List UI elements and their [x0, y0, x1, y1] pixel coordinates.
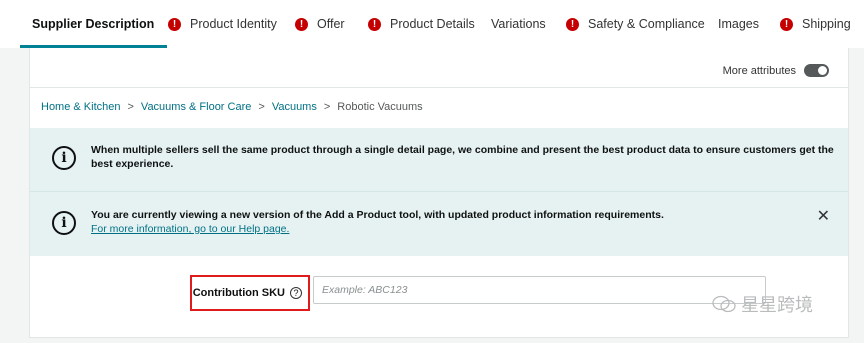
more-attributes-toggle[interactable]: [804, 64, 829, 77]
chat-bubble-icon: [712, 295, 736, 313]
contribution-sku-label-text: Contribution SKU: [192, 287, 285, 299]
tab-variations[interactable]: Variations: [491, 0, 546, 48]
tab-label: Supplier Description: [32, 17, 155, 31]
contribution-sku-input[interactable]: [313, 276, 766, 304]
new-version-alert: i You are currently viewing a new versio…: [30, 191, 848, 256]
error-icon: !: [168, 17, 181, 31]
close-icon[interactable]: ✕: [817, 206, 830, 226]
alert-message: You are currently viewing a new version …: [91, 209, 664, 221]
watermark: 星星跨境: [712, 291, 813, 317]
tab-product-identity[interactable]: ! Product Identity: [168, 0, 277, 48]
more-attributes-control: More attributes: [723, 64, 829, 77]
breadcrumb: Home & Kitchen > Vacuums & Floor Care > …: [41, 101, 423, 113]
info-icon: i: [52, 146, 76, 170]
chevron-right-icon: >: [127, 101, 134, 113]
error-icon: !: [780, 17, 793, 31]
more-attributes-label: More attributes: [722, 64, 796, 77]
help-icon[interactable]: ?: [290, 287, 302, 299]
contribution-sku-label: Contribution SKU ?: [190, 275, 310, 311]
tab-label: Safety & Compliance: [588, 17, 705, 31]
toggle-knob: [818, 66, 827, 75]
chevron-right-icon: >: [258, 101, 265, 113]
error-icon: !: [295, 17, 308, 31]
info-icon: i: [52, 211, 76, 235]
breadcrumb-item-robotic-vacuums: Robotic Vacuums: [337, 101, 423, 113]
help-page-link[interactable]: For more information, go to our Help pag…: [91, 223, 289, 235]
chevron-right-icon: >: [323, 101, 331, 113]
divider: [29, 87, 849, 88]
tab-safety-compliance[interactable]: ! Safety & Compliance: [566, 0, 705, 48]
watermark-text: 星星跨境: [741, 295, 813, 315]
tab-label: Offer: [317, 17, 345, 31]
tab-product-details[interactable]: ! Product Details: [368, 0, 475, 48]
tab-label: Shipping: [802, 17, 851, 31]
tab-offer[interactable]: ! Offer: [295, 0, 345, 48]
tab-bar: Supplier Description ! Product Identity …: [0, 0, 864, 48]
combine-info-alert: i When multiple sellers sell the same pr…: [30, 128, 848, 191]
alert-message: When multiple sellers sell the same prod…: [91, 144, 834, 170]
tab-label: Product Identity: [190, 17, 277, 31]
error-icon: !: [368, 17, 381, 31]
tab-label: Product Details: [390, 17, 475, 31]
tab-shipping[interactable]: ! Shipping: [780, 0, 851, 48]
breadcrumb-item-vacuums-floor-care[interactable]: Vacuums & Floor Care: [141, 101, 251, 113]
tab-label: Variations: [491, 17, 546, 31]
tab-supplier-description[interactable]: Supplier Description: [20, 0, 168, 48]
breadcrumb-item-home-kitchen[interactable]: Home & Kitchen: [41, 101, 120, 113]
breadcrumb-item-vacuums[interactable]: Vacuums: [272, 101, 317, 113]
tab-images[interactable]: Images: [718, 0, 759, 48]
tab-label: Images: [718, 17, 759, 31]
error-icon: !: [566, 17, 579, 31]
